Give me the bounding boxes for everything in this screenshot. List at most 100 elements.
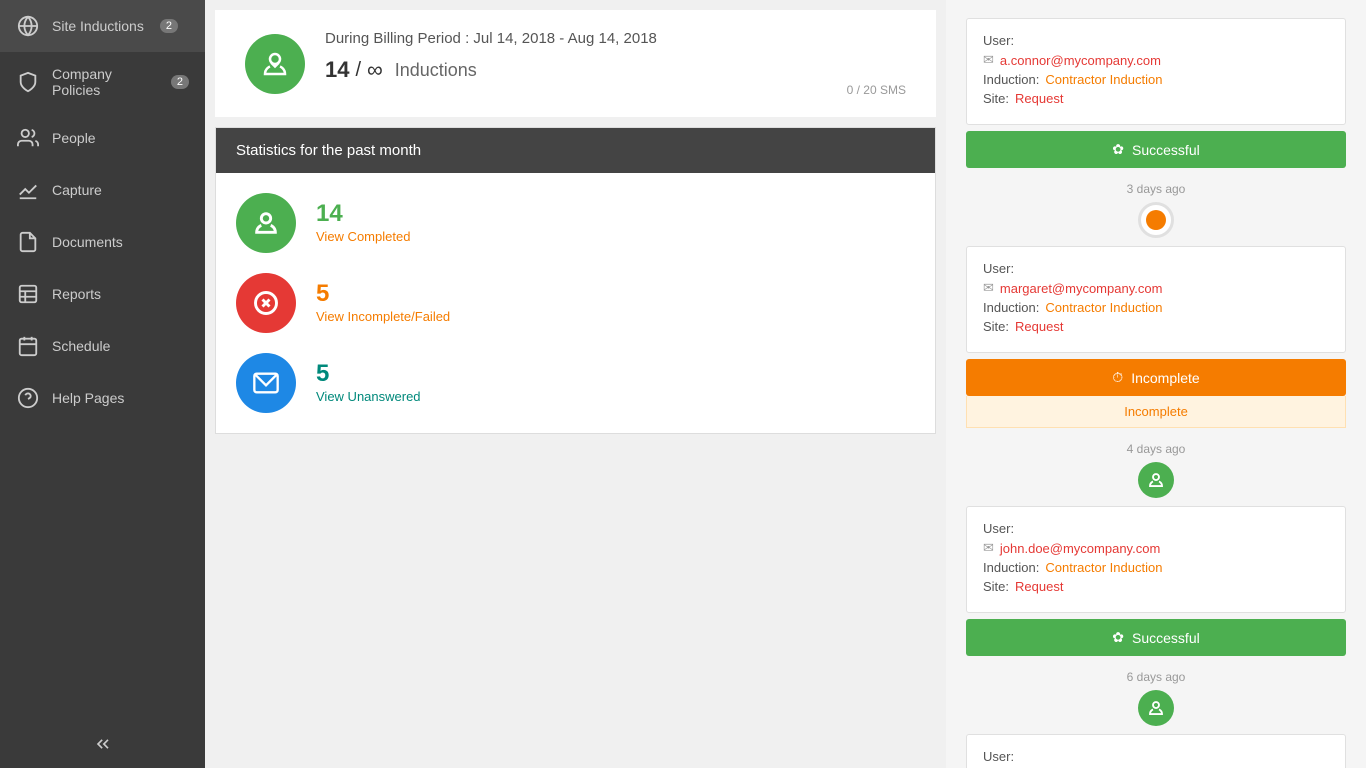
sidebar-label-capture: Capture — [52, 182, 102, 198]
sidebar: Site Inductions 2 Company Policies 2 Peo… — [0, 0, 205, 768]
stats-text-incomplete: 5 View Incomplete/Failed — [316, 280, 450, 326]
clock-icon-2: ⏱ — [1112, 369, 1123, 386]
shield-icon — [16, 70, 40, 94]
sidebar-label-company-policies: Company Policies — [52, 66, 155, 98]
stats-icon-incomplete — [236, 273, 296, 333]
sidebar-label-reports: Reports — [52, 286, 101, 302]
sidebar-item-company-policies[interactable]: Company Policies 2 — [0, 52, 205, 112]
email-row-1: ✉ a.connor@mycompany.com — [983, 52, 1329, 68]
billing-card: During Billing Period : Jul 14, 2018 - A… — [215, 10, 936, 117]
stats-body: 14 View Completed 5 View Incomplete/Fail… — [216, 173, 935, 433]
right-panel: User: ✉ a.connor@mycompany.com Induction… — [946, 0, 1366, 768]
sidebar-item-documents[interactable]: Documents — [0, 216, 205, 268]
stats-card: Statistics for the past month 14 View Co… — [215, 127, 936, 434]
billing-count: 14 — [325, 57, 349, 83]
user-row-3: User: — [983, 521, 1329, 536]
email-row-3: ✉ john.doe@mycompany.com — [983, 540, 1329, 556]
timeline-card-3: User: ✉ john.doe@mycompany.com Induction… — [966, 506, 1346, 613]
star-icon-3: ✿ — [1112, 629, 1124, 646]
site-row-1: Site: Request — [983, 91, 1329, 106]
stats-text-completed: 14 View Completed — [316, 200, 410, 246]
help-icon — [16, 386, 40, 410]
status-btn-1[interactable]: ✿ Successful — [966, 131, 1346, 168]
induction-row-3: Induction: Contractor Induction — [983, 560, 1329, 575]
status-btn-3[interactable]: ✿ Successful — [966, 619, 1346, 656]
sidebar-label-site-inductions: Site Inductions — [52, 18, 144, 34]
email-icon-1: ✉ — [983, 52, 994, 68]
sidebar-label-documents: Documents — [52, 234, 123, 250]
site-row-2: Site: Request — [983, 319, 1329, 334]
people-icon — [16, 126, 40, 150]
billing-sms: 0 / 20 SMS — [325, 83, 906, 97]
timeline-dot-3 — [1138, 462, 1174, 498]
stats-row-completed: 14 View Completed — [236, 193, 915, 253]
star-icon-1: ✿ — [1112, 141, 1124, 158]
stats-link-unanswered[interactable]: View Unanswered — [316, 389, 421, 404]
sidebar-item-schedule[interactable]: Schedule — [0, 320, 205, 372]
sidebar-item-help-pages[interactable]: Help Pages — [0, 372, 205, 424]
email-value-1: a.connor@mycompany.com — [1000, 53, 1161, 68]
email-value-2: margaret@mycompany.com — [1000, 281, 1163, 296]
billing-separator: / — [355, 59, 361, 82]
collapse-sidebar-button[interactable] — [0, 720, 205, 768]
billing-icon-circle — [245, 34, 305, 94]
email-value-3: john.doe@mycompany.com — [1000, 541, 1160, 556]
main-area: During Billing Period : Jul 14, 2018 - A… — [205, 0, 946, 768]
status-label-2: Incomplete — [1131, 370, 1199, 386]
billing-inductions-label: Inductions — [395, 60, 477, 81]
stats-link-incomplete[interactable]: View Incomplete/Failed — [316, 309, 450, 324]
user-row-1: User: — [983, 33, 1329, 48]
site-value-3: Request — [1015, 579, 1063, 594]
badge-site-inductions: 2 — [160, 19, 178, 33]
stats-number-completed: 14 — [316, 200, 410, 228]
email-row-2: ✉ margaret@mycompany.com — [983, 280, 1329, 296]
timeline-time-4: 6 days ago — [966, 670, 1346, 684]
stats-row-incomplete: 5 View Incomplete/Failed — [236, 273, 915, 333]
induction-row-2: Induction: Contractor Induction — [983, 300, 1329, 315]
user-row-4: User: — [983, 749, 1329, 764]
induction-value-3: Contractor Induction — [1045, 560, 1162, 575]
billing-period: During Billing Period : Jul 14, 2018 - A… — [325, 30, 906, 47]
induction-row-1: Induction: Contractor Induction — [983, 72, 1329, 87]
status-btn-2[interactable]: ⏱ Incomplete — [966, 359, 1346, 396]
sidebar-item-site-inductions[interactable]: Site Inductions 2 — [0, 0, 205, 52]
timeline-time-2: 3 days ago — [966, 182, 1346, 196]
capture-icon — [16, 178, 40, 202]
sidebar-item-capture[interactable]: Capture — [0, 164, 205, 216]
sidebar-label-help-pages: Help Pages — [52, 390, 124, 406]
status-label-1: Successful — [1132, 142, 1200, 158]
email-icon-2: ✉ — [983, 280, 994, 296]
stats-link-completed[interactable]: View Completed — [316, 229, 410, 244]
billing-infinity: ∞ — [367, 57, 383, 83]
stats-text-unanswered: 5 View Unanswered — [316, 360, 421, 406]
stats-icon-unanswered — [236, 353, 296, 413]
induction-value-1: Contractor Induction — [1045, 72, 1162, 87]
timeline-dot-4 — [1138, 690, 1174, 726]
sidebar-item-reports[interactable]: Reports — [0, 268, 205, 320]
doc-icon — [16, 230, 40, 254]
billing-info: During Billing Period : Jul 14, 2018 - A… — [325, 30, 906, 97]
sidebar-item-people[interactable]: People — [0, 112, 205, 164]
user-row-2: User: — [983, 261, 1329, 276]
timeline-card-2: User: ✉ margaret@mycompany.com Induction… — [966, 246, 1346, 353]
schedule-icon — [16, 334, 40, 358]
site-row-3: Site: Request — [983, 579, 1329, 594]
sidebar-label-schedule: Schedule — [52, 338, 110, 354]
stats-icon-completed — [236, 193, 296, 253]
stats-number-incomplete: 5 — [316, 280, 450, 308]
status-label-3: Successful — [1132, 630, 1200, 646]
globe-icon — [16, 14, 40, 38]
site-value-1: Request — [1015, 91, 1063, 106]
timeline-card-4: User: — [966, 734, 1346, 768]
site-value-2: Request — [1015, 319, 1063, 334]
induction-value-2: Contractor Induction — [1045, 300, 1162, 315]
timeline-time-3: 4 days ago — [966, 442, 1346, 456]
stats-number-unanswered: 5 — [316, 360, 421, 388]
reports-icon — [16, 282, 40, 306]
incomplete-sub-2: Incomplete — [966, 396, 1346, 428]
stats-header: Statistics for the past month — [216, 128, 935, 173]
email-icon-3: ✉ — [983, 540, 994, 556]
badge-company-policies: 2 — [171, 75, 189, 89]
timeline-card-1: User: ✉ a.connor@mycompany.com Induction… — [966, 18, 1346, 125]
timeline-dot-2 — [1138, 202, 1174, 238]
